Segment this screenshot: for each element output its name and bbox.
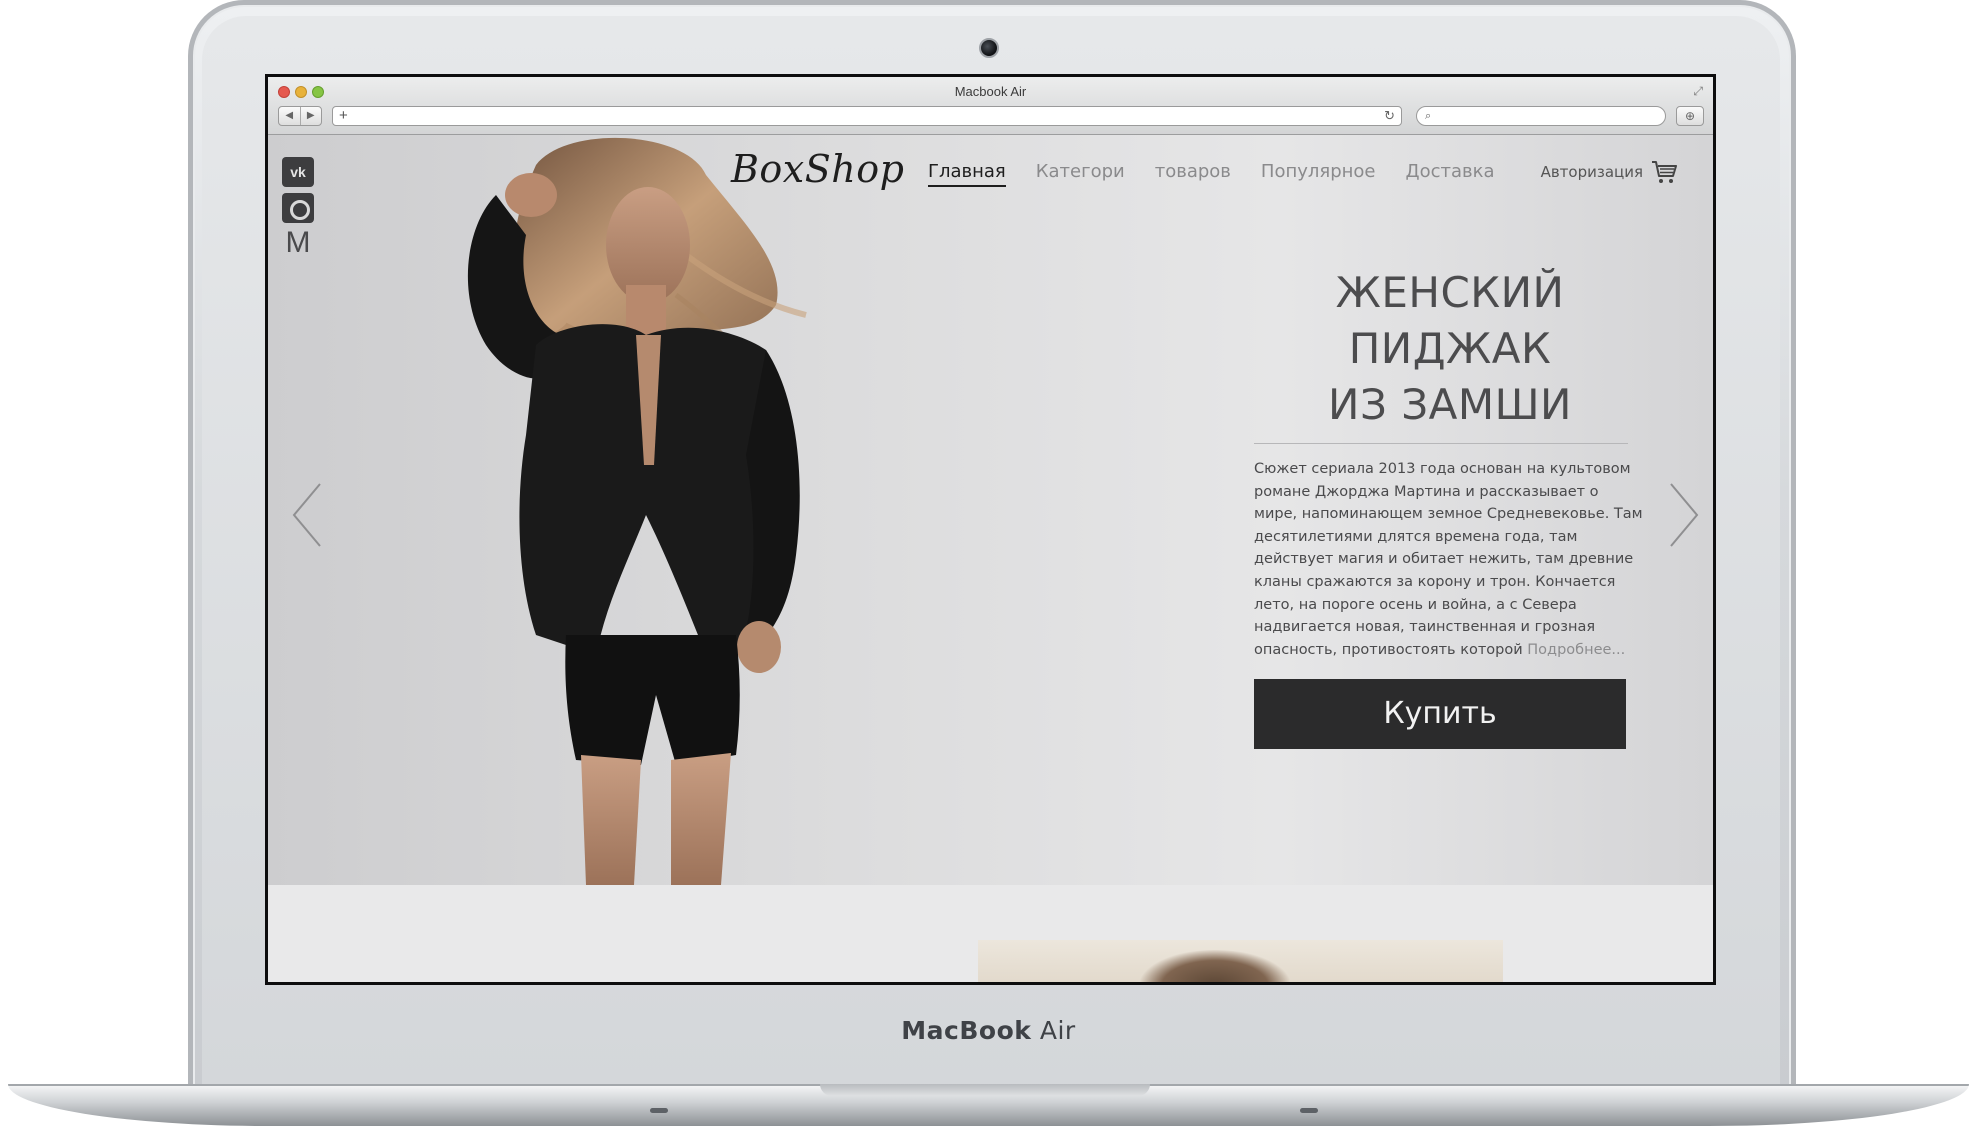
laptop-screen: Macbook Air ⤢ ◀ ▶ + ↻ ⌕ ⊕ vk M BoxShop Г… bbox=[265, 74, 1716, 985]
downloads-button[interactable]: ⊕ bbox=[1676, 106, 1704, 126]
nav-item-categories[interactable]: Категори bbox=[1036, 161, 1125, 187]
forward-button[interactable]: ▶ bbox=[301, 107, 322, 125]
hero-slider: vk M BoxShop Главная Категори товаров По… bbox=[268, 135, 1713, 885]
fullscreen-icon[interactable]: ⤢ bbox=[1693, 84, 1703, 99]
cart-icon[interactable] bbox=[1651, 159, 1677, 185]
laptop-foot-right bbox=[1300, 1108, 1318, 1113]
add-bookmark-icon[interactable]: + bbox=[339, 107, 348, 125]
slider-next-arrow[interactable] bbox=[1663, 480, 1703, 550]
laptop-foot-left bbox=[650, 1108, 668, 1113]
address-bar[interactable]: + ↻ bbox=[332, 106, 1402, 126]
product-description-text: Сюжет сериала 2013 года основан на культ… bbox=[1254, 461, 1643, 658]
laptop-brand-label: MacBook Air bbox=[901, 1016, 1076, 1045]
search-icon: ⌕ bbox=[1425, 110, 1432, 122]
nav-item-products[interactable]: товаров bbox=[1155, 161, 1231, 187]
product-description: Сюжет сериала 2013 года основан на культ… bbox=[1254, 458, 1646, 661]
web-page: vk M BoxShop Главная Категори товаров По… bbox=[268, 135, 1713, 982]
hero-model-image bbox=[386, 135, 886, 885]
reload-icon[interactable]: ↻ bbox=[1384, 107, 1395, 125]
product-card: ЖЕНСКИЙ ПИДЖАК ИЗ ЗАМШИ Сюжет сериала 20… bbox=[1254, 265, 1646, 750]
vk-icon[interactable]: vk bbox=[282, 157, 314, 187]
slider-prev-arrow[interactable] bbox=[288, 480, 328, 550]
main-nav: Главная Категори товаров Популярное Дост… bbox=[928, 161, 1525, 187]
read-more-link[interactable]: Подробнее... bbox=[1527, 642, 1625, 658]
product-title-line2: ИЗ ЗАМШИ bbox=[1328, 380, 1572, 429]
nav-item-home[interactable]: Главная bbox=[928, 161, 1006, 187]
login-link[interactable]: Авторизация bbox=[1541, 163, 1643, 181]
next-section bbox=[268, 885, 1713, 982]
social-links: vk M bbox=[282, 157, 316, 265]
laptop-opening-notch bbox=[820, 1084, 1150, 1096]
nav-item-delivery[interactable]: Доставка bbox=[1406, 161, 1495, 187]
back-button[interactable]: ◀ bbox=[279, 107, 301, 125]
window-title: Macbook Air bbox=[954, 84, 1027, 99]
nav-item-popular[interactable]: Популярное bbox=[1261, 161, 1376, 187]
title-divider bbox=[1254, 443, 1628, 444]
gmail-icon[interactable]: M bbox=[282, 228, 314, 259]
buy-button[interactable]: Купить bbox=[1254, 679, 1626, 750]
product-title: ЖЕНСКИЙ ПИДЖАК ИЗ ЗАМШИ bbox=[1254, 265, 1646, 433]
history-nav: ◀ ▶ bbox=[278, 106, 322, 126]
site-logo[interactable]: BoxShop bbox=[731, 147, 904, 191]
browser-chrome: Macbook Air ⤢ ◀ ▶ + ↻ ⌕ ⊕ bbox=[268, 77, 1713, 135]
camera-icon bbox=[979, 38, 999, 58]
browser-search-input[interactable]: ⌕ bbox=[1416, 106, 1666, 126]
product-title-line1: ЖЕНСКИЙ ПИДЖАК bbox=[1335, 268, 1565, 373]
instagram-icon[interactable] bbox=[282, 193, 314, 223]
